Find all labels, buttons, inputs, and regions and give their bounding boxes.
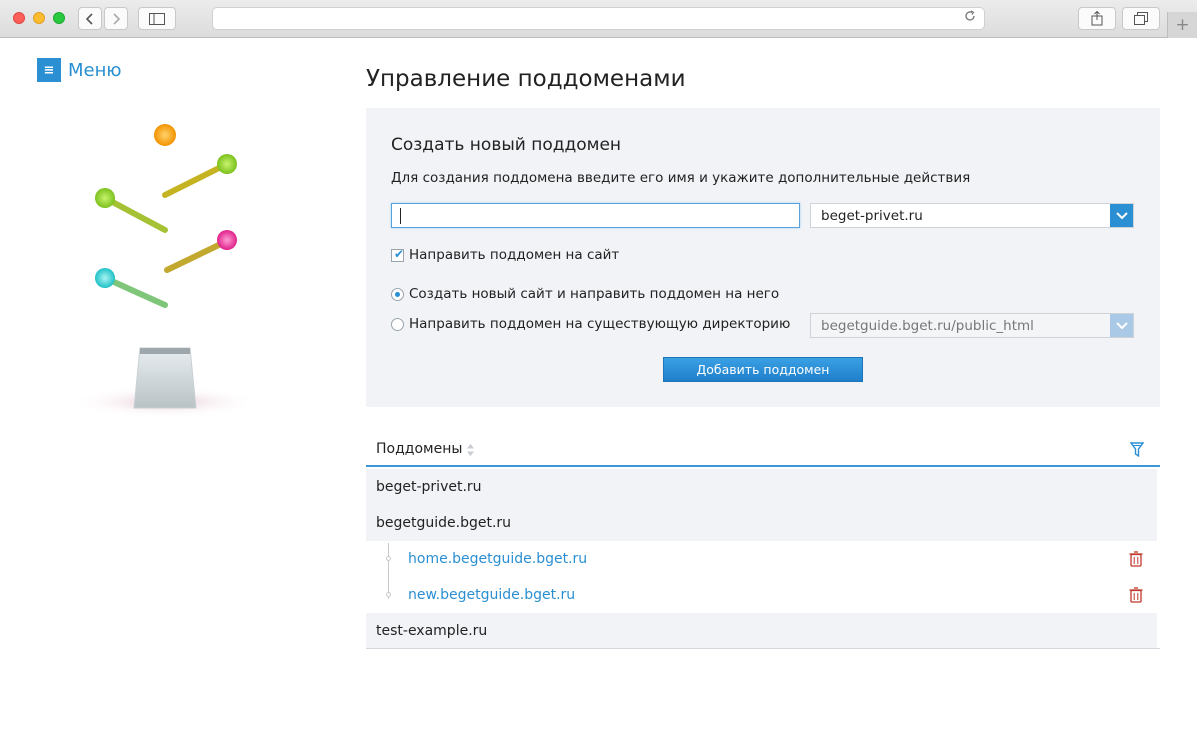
close-window-button[interactable] — [13, 12, 25, 24]
directory-select-value: begetguide.bget.ru/public_html — [821, 318, 1034, 334]
checkmark-icon: ✔ — [394, 247, 405, 261]
sidebar-icon — [149, 12, 165, 25]
subdomain-link[interactable]: home.begetguide.bget.ru — [408, 551, 587, 567]
column-header-subdomains[interactable]: Поддомены — [376, 441, 462, 457]
forward-button[interactable] — [104, 7, 128, 30]
menu-toggle[interactable]: ≡ Меню — [37, 58, 122, 82]
panel-title: Создать новый поддомен — [391, 135, 622, 155]
text-caret — [400, 208, 401, 224]
chevron-right-icon — [113, 12, 120, 25]
redirect-to-site-label: Направить поддомен на сайт — [409, 247, 620, 263]
domain-select[interactable]: beget-privet.ru — [810, 203, 1134, 228]
panel-description: Для создания поддомена введите его имя и… — [391, 170, 971, 186]
directory-select[interactable]: begetguide.bget.ru/public_html — [810, 313, 1134, 338]
create-subdomain-panel: Создать новый поддомен Для создания подд… — [366, 108, 1160, 407]
domain-name: test-example.ru — [376, 623, 488, 639]
chevron-left-icon — [86, 12, 93, 25]
filter-icon[interactable] — [1129, 442, 1145, 462]
subdomain-link[interactable]: new.begetguide.bget.ru — [408, 587, 575, 603]
subdomain-tree-illustration — [70, 124, 260, 418]
add-subdomain-button[interactable]: Добавить поддомен — [663, 357, 863, 382]
domain-name: begetguide.bget.ru — [376, 515, 512, 531]
subdomain-tree-connector — [388, 543, 389, 599]
radio-existing-directory[interactable] — [391, 318, 404, 331]
new-tab-button[interactable]: + — [1167, 12, 1197, 38]
table-row[interactable]: test-example.ru — [366, 613, 1157, 649]
chevron-down-icon — [1110, 204, 1133, 227]
chevron-down-icon — [1110, 314, 1133, 337]
radio-existing-directory-label: Направить поддомен на существующую дирек… — [409, 316, 791, 332]
menu-label: Меню — [68, 59, 122, 81]
table-bottom-divider — [366, 648, 1160, 649]
subdomain-name-input[interactable] — [391, 203, 800, 228]
tree-node-dot — [386, 592, 391, 597]
table-row[interactable]: beget-privet.ru — [366, 469, 1157, 505]
domain-name: beget-privet.ru — [376, 479, 482, 495]
tree-node-dot — [386, 556, 391, 561]
tabs-overview-button[interactable] — [1122, 7, 1160, 30]
share-icon — [1091, 11, 1103, 26]
radio-new-site-label: Создать новый сайт и направить поддомен … — [409, 286, 780, 302]
address-bar[interactable] — [212, 7, 985, 30]
sort-icon[interactable] — [466, 442, 475, 461]
tabs-icon — [1134, 12, 1148, 25]
minimize-window-button[interactable] — [33, 12, 45, 24]
trash-icon[interactable] — [1129, 587, 1143, 607]
sidebar-toggle-button[interactable] — [138, 7, 176, 30]
radio-new-site[interactable] — [391, 288, 404, 301]
back-button[interactable] — [78, 7, 102, 30]
subdomains-table-header: Поддомены — [366, 433, 1160, 467]
table-row: home.begetguide.bget.ru — [366, 541, 1157, 577]
domain-select-value: beget-privet.ru — [821, 208, 923, 224]
zoom-window-button[interactable] — [53, 12, 65, 24]
reload-icon[interactable] — [964, 10, 976, 26]
redirect-to-site-checkbox[interactable]: ✔ — [391, 247, 405, 262]
browser-toolbar: + — [0, 0, 1197, 38]
hamburger-icon: ≡ — [37, 58, 61, 82]
share-button[interactable] — [1078, 7, 1116, 30]
trash-icon[interactable] — [1129, 551, 1143, 571]
table-row[interactable]: begetguide.bget.ru — [366, 505, 1157, 541]
page-title: Управление поддоменами — [366, 66, 686, 92]
table-row: new.begetguide.bget.ru — [366, 577, 1157, 613]
